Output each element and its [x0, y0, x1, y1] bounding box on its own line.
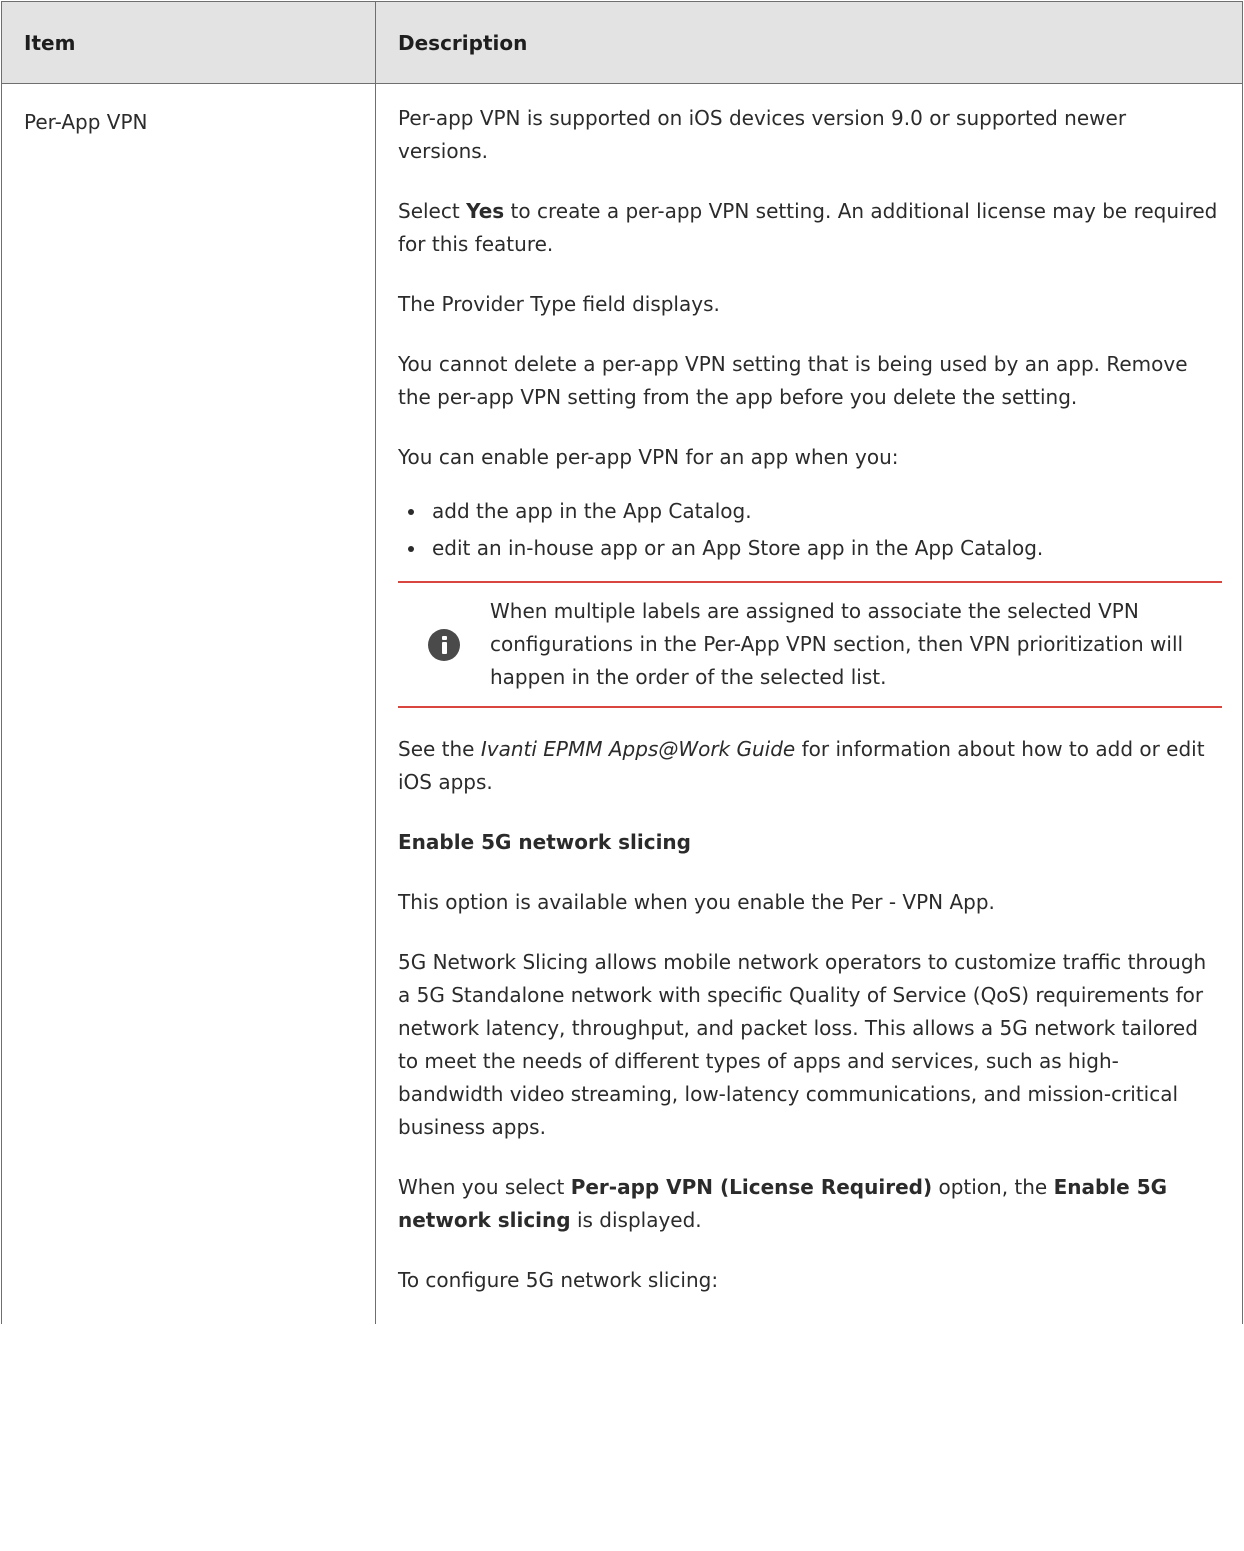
provider-type-paragraph: The Provider Type field displays.	[398, 292, 720, 316]
table-row: Per-App VPN Per-app VPN is supported on …	[1, 83, 1243, 1324]
text-run: See the	[398, 737, 481, 761]
text-run: Select	[398, 199, 467, 223]
guide-reference-paragraph: See the Ivanti EPMM Apps@Work Guide for …	[398, 733, 1222, 799]
configure-paragraph: To configure 5G network slicing:	[398, 1268, 719, 1292]
text-run: When you select	[398, 1175, 571, 1199]
page: Item Description Per-App VPN Per-app VPN…	[0, 0, 1244, 1551]
select-yes-paragraph: Select Yes to create a per-app VPN setti…	[398, 195, 1222, 261]
enable-bullet-list: add the app in the App Catalog. edit an …	[398, 493, 1222, 567]
table-header-row: Item Description	[1, 1, 1243, 84]
delete-warning-paragraph: You cannot delete a per-app VPN setting …	[398, 352, 1188, 409]
text-run: to create a per-app VPN setting. An addi…	[398, 199, 1218, 256]
list-item: edit an in-house app or an App Store app…	[406, 530, 1222, 567]
guide-title: Ivanti EPMM Apps@Work Guide	[480, 737, 796, 761]
section-heading: Enable 5G network slicing	[398, 830, 691, 854]
text-run: is displayed.	[570, 1208, 702, 1232]
settings-table: Item Description Per-App VPN Per-app VPN…	[1, 1, 1243, 1324]
info-icon	[428, 628, 460, 661]
info-note: When multiple labels are assigned to ass…	[398, 581, 1222, 708]
license-option-term: Per-app VPN (License Required)	[570, 1175, 933, 1199]
list-item: add the app in the App Catalog.	[406, 493, 1222, 530]
description-cell: Per-app VPN is supported on iOS devices …	[375, 83, 1243, 1324]
network-slicing-paragraph: 5G Network Slicing allows mobile network…	[398, 950, 1207, 1139]
enable-intro-paragraph: You can enable per-app VPN for an app wh…	[398, 445, 899, 469]
note-text: When multiple labels are assigned to ass…	[490, 599, 1184, 689]
item-cell: Per-App VPN	[1, 83, 376, 1324]
text-run: option, the	[932, 1175, 1054, 1199]
yes-term: Yes	[466, 199, 505, 223]
license-paragraph: When you select Per-app VPN (License Req…	[398, 1171, 1222, 1237]
support-paragraph: Per-app VPN is supported on iOS devices …	[398, 106, 1127, 163]
availability-paragraph: This option is available when you enable…	[398, 890, 995, 914]
column-header-item: Item	[1, 1, 376, 84]
column-header-description: Description	[375, 1, 1243, 84]
